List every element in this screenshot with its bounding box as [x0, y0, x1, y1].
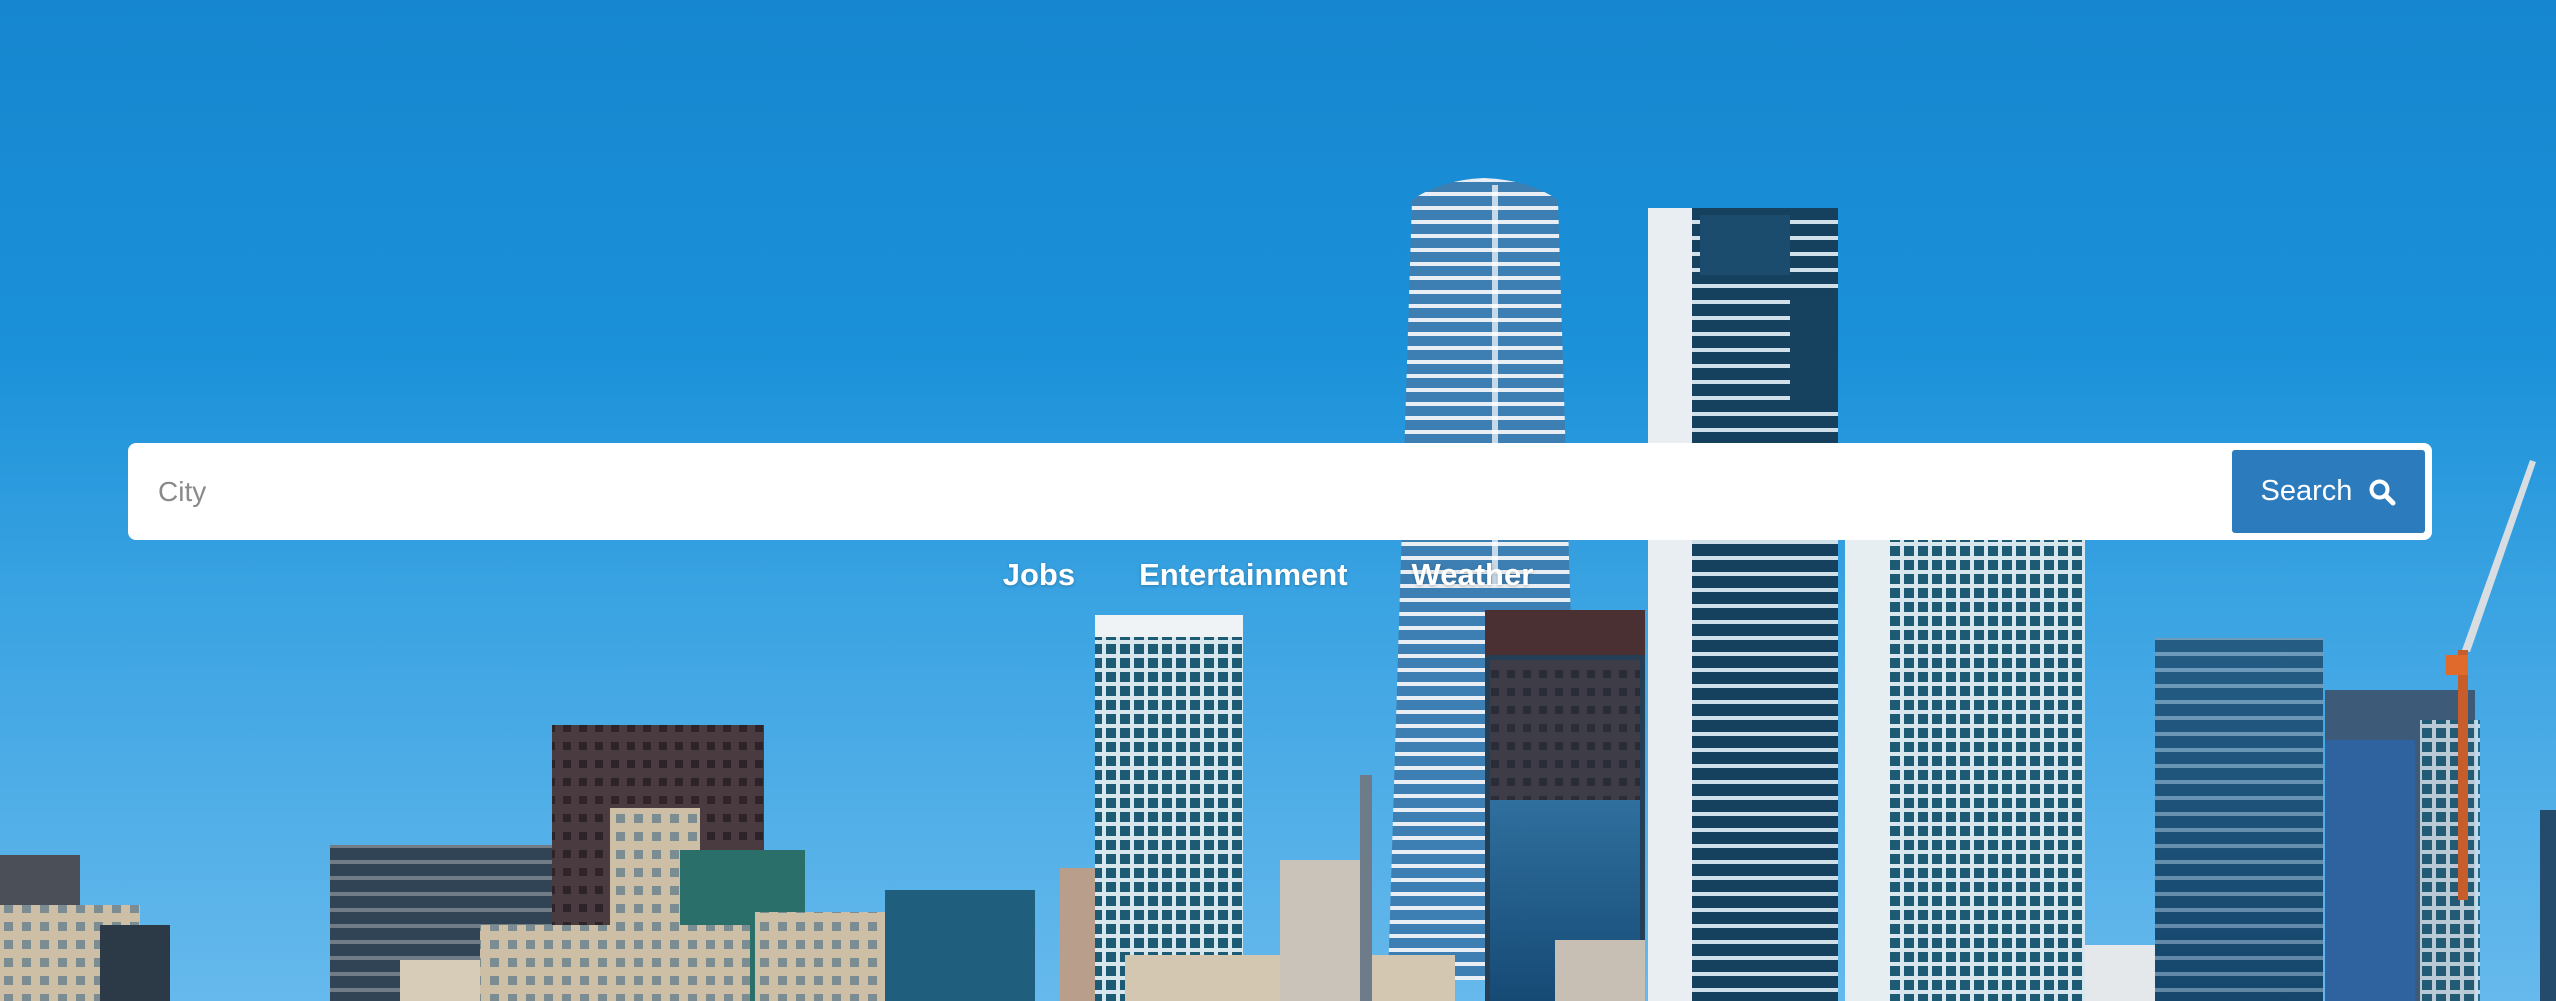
search-button-label: Search — [2260, 475, 2353, 507]
search-bar: Search — [128, 443, 2432, 540]
nav-link-weather[interactable]: Weather — [1412, 557, 1534, 593]
nav-link-entertainment[interactable]: Entertainment — [1139, 557, 1347, 593]
search-icon — [2368, 478, 2396, 506]
city-search-input[interactable] — [128, 443, 2432, 540]
search-button[interactable]: Search — [2232, 450, 2425, 533]
category-nav: Jobs Entertainment Weather — [0, 557, 2556, 593]
nav-link-jobs[interactable]: Jobs — [1003, 557, 1075, 593]
